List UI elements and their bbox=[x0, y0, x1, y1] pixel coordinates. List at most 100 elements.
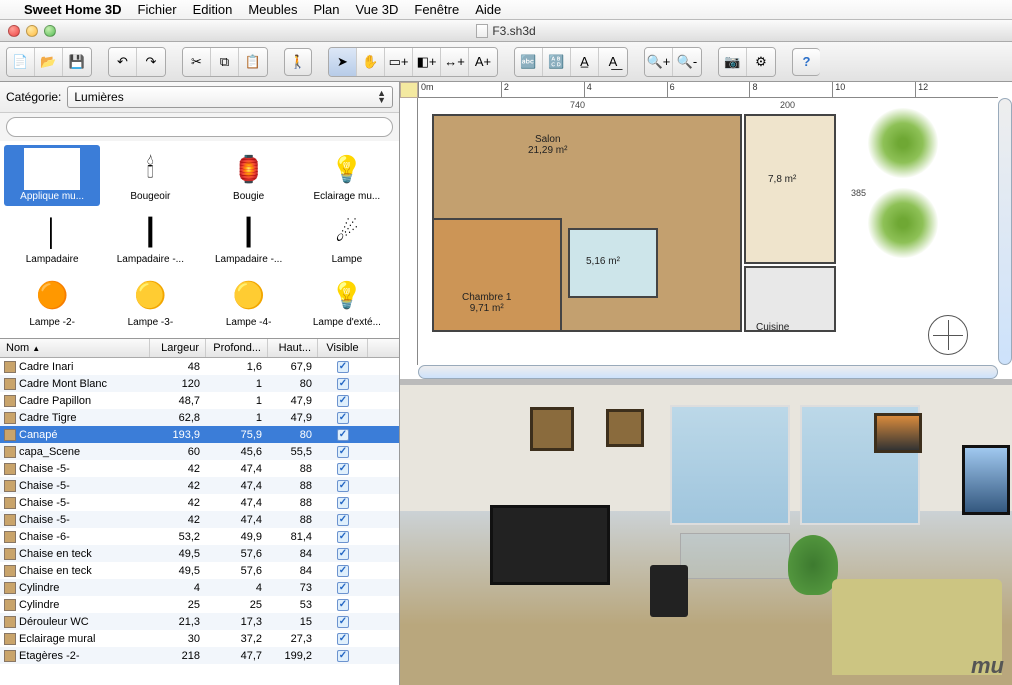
copy-button[interactable]: ⧉ bbox=[211, 48, 239, 76]
catalog-item[interactable]: ◣Applique mu... bbox=[4, 145, 100, 206]
catalog-item[interactable]: 🏮Bougie bbox=[201, 145, 297, 206]
table-row[interactable]: Cadre Mont Blanc120180✓ bbox=[0, 375, 399, 392]
3d-view[interactable]: mu bbox=[400, 385, 1012, 685]
cut-button[interactable]: ✂ bbox=[183, 48, 211, 76]
table-row[interactable]: Chaise -5-4247,488✓ bbox=[0, 511, 399, 528]
preferences-button[interactable]: ⚙ bbox=[747, 48, 775, 76]
create-wall-button[interactable]: ▭+ bbox=[385, 48, 413, 76]
catalog-item[interactable]: ☄Lampe bbox=[299, 208, 395, 269]
table-row[interactable]: Chaise -5-4247,488✓ bbox=[0, 494, 399, 511]
create-room-button[interactable]: ◧+ bbox=[413, 48, 441, 76]
tree-icon bbox=[868, 108, 938, 178]
menu-meubles[interactable]: Meubles bbox=[248, 2, 297, 17]
visibility-checkbox[interactable]: ✓ bbox=[337, 463, 349, 475]
undo-button[interactable]: ↶ bbox=[109, 48, 137, 76]
visibility-checkbox[interactable]: ✓ bbox=[337, 531, 349, 543]
app-menu[interactable]: Sweet Home 3D bbox=[24, 2, 122, 17]
zoom-out-button[interactable]: 🔍- bbox=[673, 48, 701, 76]
furniture-list-header[interactable]: Nom ▲ Largeur Profond... Haut... Visible bbox=[0, 339, 399, 358]
table-row[interactable]: Dérouleur WC21,317,315✓ bbox=[0, 613, 399, 630]
plan-view[interactable]: 0m24681012 740 200 385 Salon21,29 m² Cha… bbox=[400, 82, 1012, 385]
search-input[interactable] bbox=[6, 117, 393, 137]
furniture-catalog[interactable]: ◣Applique mu...🕯Bougeoir🏮Bougie💡Eclairag… bbox=[0, 141, 399, 339]
help-button[interactable]: ? bbox=[792, 48, 820, 76]
redo-button[interactable]: ↷ bbox=[137, 48, 165, 76]
visibility-checkbox[interactable]: ✓ bbox=[337, 650, 349, 662]
catalog-item[interactable]: 🟡Lampe -4- bbox=[201, 271, 297, 332]
table-row[interactable]: Cadre Tigre62,8147,9✓ bbox=[0, 409, 399, 426]
catalog-item[interactable]: 🕯Bougeoir bbox=[102, 145, 198, 206]
table-row[interactable]: Chaise -6-53,249,981,4✓ bbox=[0, 528, 399, 545]
photo-button[interactable]: 📷 bbox=[719, 48, 747, 76]
visibility-checkbox[interactable]: ✓ bbox=[337, 480, 349, 492]
visibility-checkbox[interactable]: ✓ bbox=[337, 633, 349, 645]
visibility-checkbox[interactable]: ✓ bbox=[337, 616, 349, 628]
text-style-4-button[interactable]: A͟ bbox=[599, 48, 627, 76]
menu-plan[interactable]: Plan bbox=[313, 2, 339, 17]
furniture-name: Cadre Papillon bbox=[19, 395, 91, 407]
furniture-list[interactable]: Cadre Inari481,667,9✓Cadre Mont Blanc120… bbox=[0, 358, 399, 685]
catalog-item[interactable]: ┃Lampadaire -... bbox=[201, 208, 297, 269]
visibility-checkbox[interactable]: ✓ bbox=[337, 429, 349, 441]
dimension-label: 200 bbox=[778, 100, 797, 110]
pan-tool-button[interactable]: ✋ bbox=[357, 48, 385, 76]
visibility-checkbox[interactable]: ✓ bbox=[337, 582, 349, 594]
new-button[interactable]: 📄 bbox=[7, 48, 35, 76]
visibility-checkbox[interactable]: ✓ bbox=[337, 548, 349, 560]
compass-icon[interactable] bbox=[928, 315, 968, 355]
furniture-name: Cylindre bbox=[19, 582, 59, 594]
zoom-in-button[interactable]: 🔍+ bbox=[645, 48, 673, 76]
menu-aide[interactable]: Aide bbox=[475, 2, 501, 17]
add-furniture-button[interactable]: 🚶 bbox=[284, 48, 312, 76]
table-row[interactable]: Chaise -5-4247,488✓ bbox=[0, 477, 399, 494]
catalog-item[interactable]: 🟡Lampe -3- bbox=[102, 271, 198, 332]
open-button[interactable]: 📂 bbox=[35, 48, 63, 76]
table-row[interactable]: Canapé193,975,980✓ bbox=[0, 426, 399, 443]
visibility-checkbox[interactable]: ✓ bbox=[337, 361, 349, 373]
visibility-checkbox[interactable]: ✓ bbox=[337, 599, 349, 611]
visibility-checkbox[interactable]: ✓ bbox=[337, 514, 349, 526]
visibility-checkbox[interactable]: ✓ bbox=[337, 395, 349, 407]
catalog-item[interactable]: ┃Lampadaire -... bbox=[102, 208, 198, 269]
menu-edition[interactable]: Edition bbox=[193, 2, 233, 17]
table-row[interactable]: capa_Scene6045,655,5✓ bbox=[0, 443, 399, 460]
text-style-3-button[interactable]: A̲ bbox=[571, 48, 599, 76]
create-dimension-button[interactable]: ↔+ bbox=[441, 48, 469, 76]
visibility-checkbox[interactable]: ✓ bbox=[337, 497, 349, 509]
category-select[interactable]: Lumières ▲▼ bbox=[67, 86, 393, 108]
plan-vertical-scrollbar[interactable] bbox=[998, 98, 1012, 365]
furniture-height: 88 bbox=[268, 463, 318, 475]
table-row[interactable]: Etagères -2-21847,7199,2✓ bbox=[0, 647, 399, 664]
table-row[interactable]: Cadre Papillon48,7147,9✓ bbox=[0, 392, 399, 409]
visibility-checkbox[interactable]: ✓ bbox=[337, 446, 349, 458]
table-row[interactable]: Eclairage mural3037,227,3✓ bbox=[0, 630, 399, 647]
catalog-item[interactable]: │Lampadaire bbox=[4, 208, 100, 269]
catalog-item[interactable]: 💡Eclairage mu... bbox=[299, 145, 395, 206]
menu-fichier[interactable]: Fichier bbox=[138, 2, 177, 17]
catalog-item[interactable]: 💡Lampe d'exté... bbox=[299, 271, 395, 332]
furniture-width: 49,5 bbox=[150, 565, 206, 577]
table-row[interactable]: Chaise en teck49,557,684✓ bbox=[0, 562, 399, 579]
furniture-width: 218 bbox=[150, 650, 206, 662]
table-row[interactable]: Chaise en teck49,557,684✓ bbox=[0, 545, 399, 562]
table-row[interactable]: Chaise -5-4247,488✓ bbox=[0, 460, 399, 477]
menu-fenetre[interactable]: Fenêtre bbox=[414, 2, 459, 17]
menu-vue3d[interactable]: Vue 3D bbox=[355, 2, 398, 17]
table-row[interactable]: Cylindre4473✓ bbox=[0, 579, 399, 596]
text-style-2-button[interactable]: 🔠 bbox=[543, 48, 571, 76]
visibility-checkbox[interactable]: ✓ bbox=[337, 565, 349, 577]
plan-canvas[interactable]: 740 200 385 Salon21,29 m² Chambre 19,71 … bbox=[418, 98, 998, 365]
paste-button[interactable]: 📋 bbox=[239, 48, 267, 76]
text-style-1-button[interactable]: 🔤 bbox=[515, 48, 543, 76]
furniture-name: Cylindre bbox=[19, 599, 59, 611]
select-tool-button[interactable]: ➤ bbox=[329, 48, 357, 76]
visibility-checkbox[interactable]: ✓ bbox=[337, 378, 349, 390]
visibility-checkbox[interactable]: ✓ bbox=[337, 412, 349, 424]
table-row[interactable]: Cadre Inari481,667,9✓ bbox=[0, 358, 399, 375]
plan-horizontal-scrollbar[interactable] bbox=[418, 365, 998, 379]
furniture-name: Chaise en teck bbox=[19, 548, 92, 560]
save-button[interactable]: 💾 bbox=[63, 48, 91, 76]
table-row[interactable]: Cylindre252553✓ bbox=[0, 596, 399, 613]
create-text-button[interactable]: A+ bbox=[469, 48, 497, 76]
catalog-item[interactable]: 🟠Lampe -2- bbox=[4, 271, 100, 332]
